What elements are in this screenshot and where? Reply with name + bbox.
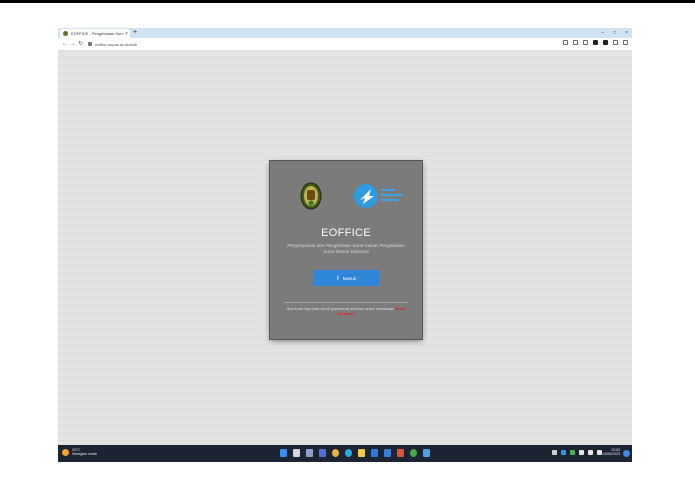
task-view-icon[interactable]: [306, 449, 313, 457]
login-button[interactable]: ⚷ Masuk: [313, 270, 379, 286]
wifi-icon[interactable]: [579, 450, 584, 455]
browser-tab[interactable]: EOFFICE - Pengelolaan Surat da... ×: [60, 29, 130, 38]
reload-button[interactable]: ↻: [78, 40, 83, 48]
reset-password-note: Jika Anda lupa kata sandi (password) sil…: [280, 307, 412, 317]
new-tab-button[interactable]: +: [133, 29, 137, 37]
university-crest-logo: [300, 182, 322, 210]
app-subtitle: Penyimpanan dan Pengelolaan Surat Keluar…: [287, 243, 405, 254]
window-controls: – □ ×: [601, 29, 628, 37]
menu-icon[interactable]: [623, 40, 628, 45]
profile-icon[interactable]: [613, 40, 618, 45]
security-icon[interactable]: [570, 450, 575, 455]
tab-search-icon[interactable]: [583, 40, 588, 45]
store-icon[interactable]: [384, 449, 391, 457]
help-text: Jika Anda lupa kata sandi (password) sil…: [286, 307, 395, 311]
browser-toolbar-icons: [563, 40, 628, 45]
top-border: [0, 0, 695, 3]
windows-taskbar: 29°C Sebagian cerah 13:00 14/06/2023: [58, 445, 632, 462]
system-clock[interactable]: 13:00 14/06/2023: [602, 448, 620, 457]
word-icon[interactable]: [371, 449, 378, 457]
lock-icon: [88, 42, 92, 46]
card-divider: [284, 302, 408, 303]
clock-date: 14/06/2023: [602, 452, 620, 457]
weather-widget[interactable]: 29°C Sebagian cerah: [62, 448, 97, 456]
share-icon[interactable]: [563, 40, 568, 45]
login-page: EOFFICE Penyimpanan dan Pengelolaan Sura…: [58, 51, 632, 445]
edge-icon[interactable]: [345, 449, 352, 457]
browser-tab-bar: EOFFICE - Pengelolaan Surat da... × + – …: [58, 28, 632, 38]
file-explorer-icon[interactable]: [358, 449, 365, 457]
app-name: EOFFICE: [321, 227, 371, 239]
partner-logo: [354, 184, 403, 208]
back-button[interactable]: ←: [62, 40, 68, 48]
chevron-up-icon[interactable]: [552, 450, 557, 455]
start-icon[interactable]: [280, 449, 287, 457]
extensions-icon[interactable]: [593, 40, 598, 45]
url-input[interactable]: eoffice.unpas.ac.id/auth: [88, 40, 288, 48]
taskbar-apps: [280, 449, 430, 457]
notification-icon[interactable]: [623, 450, 630, 457]
close-window-button[interactable]: ×: [625, 29, 628, 37]
onedrive-icon[interactable]: [561, 450, 566, 455]
chrome-icon[interactable]: [332, 449, 339, 457]
tab-title: EOFFICE - Pengelolaan Surat da...: [71, 31, 123, 36]
vscode-icon[interactable]: [423, 449, 430, 457]
tab-close-icon[interactable]: ×: [125, 31, 128, 37]
login-button-label: Masuk: [342, 275, 357, 281]
key-icon: ⚷: [335, 275, 340, 281]
system-tray: [552, 450, 602, 455]
site-favicon-icon: [63, 31, 68, 36]
url-text: eoffice.unpas.ac.id/auth: [95, 41, 138, 47]
minimize-button[interactable]: –: [601, 29, 604, 37]
sidebar-icon[interactable]: [603, 40, 608, 45]
forward-button[interactable]: →: [70, 40, 76, 48]
login-card: EOFFICE Penyimpanan dan Pengelolaan Sura…: [270, 161, 422, 339]
mail-icon[interactable]: [397, 449, 404, 457]
bookmark-star-icon[interactable]: [573, 40, 578, 45]
weather-desc: Sebagian cerah: [72, 452, 98, 457]
desktop-screen: EOFFICE - Pengelolaan Surat da... × + – …: [58, 28, 632, 462]
chat-icon[interactable]: [319, 449, 326, 457]
search-icon[interactable]: [293, 449, 300, 457]
volume-icon[interactable]: [588, 450, 593, 455]
app-icon[interactable]: [410, 449, 417, 457]
sun-icon: [62, 448, 69, 456]
maximize-button[interactable]: □: [613, 29, 616, 37]
address-bar-row: ← → ↻ eoffice.unpas.ac.id/auth: [58, 38, 632, 51]
